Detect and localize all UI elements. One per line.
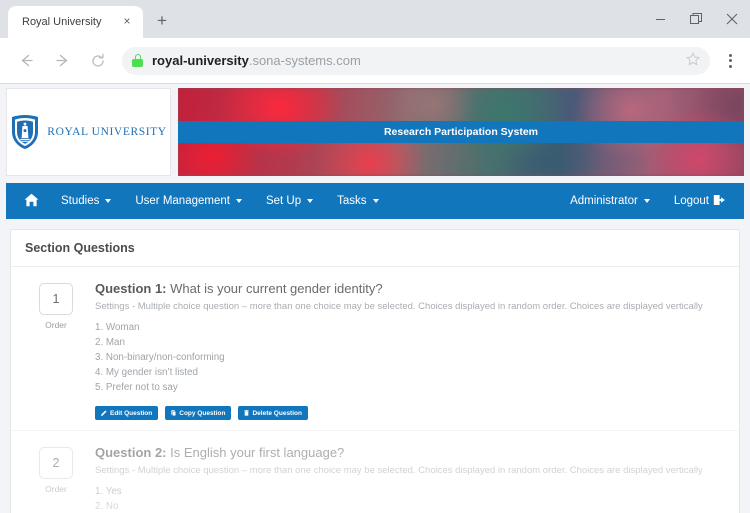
pencil-icon <box>101 410 107 417</box>
card-title: Section Questions <box>11 230 739 267</box>
minimize-icon[interactable] <box>642 4 678 34</box>
banner-title-strip: Research Participation System <box>178 121 744 143</box>
nav-studies[interactable]: Studies <box>49 183 123 219</box>
url-domain: royal-university <box>152 53 249 68</box>
page-content: ROYAL UNIVERSITY Research Participation … <box>0 84 750 513</box>
nav-studies-label: Studies <box>61 195 100 207</box>
chevron-down-icon <box>235 199 242 203</box>
question-body: Question 2: Is English your first langua… <box>87 445 725 513</box>
browser-toolbar: royal-university.sona-systems.com <box>0 38 750 84</box>
window-controls <box>642 0 750 38</box>
browser-menu-icon[interactable] <box>718 53 742 68</box>
question-settings-text: Settings - Multiple choice question – mo… <box>95 465 703 477</box>
question-title: Question 2: Is English your first langua… <box>95 445 725 460</box>
order-label: Order <box>45 484 67 495</box>
bookmark-star-icon[interactable] <box>685 52 701 69</box>
home-icon <box>24 193 39 210</box>
chevron-down-icon <box>372 199 379 203</box>
nav-user-management[interactable]: User Management <box>123 183 254 219</box>
question-actions: Edit Question Copy Question Delete Quest… <box>95 406 725 421</box>
forward-icon[interactable] <box>47 46 77 76</box>
back-icon[interactable] <box>11 46 41 76</box>
list-item: 4. My gender isn’t listed <box>95 366 198 378</box>
banner-image: Research Participation System <box>178 88 744 176</box>
nav-tasks-label: Tasks <box>337 195 367 207</box>
nav-home[interactable] <box>12 183 49 219</box>
browser-window: Royal University × + royal-university.so… <box>0 0 750 513</box>
edit-question-label: Edit Question <box>110 409 153 417</box>
order-column: 2 Order <box>25 445 87 513</box>
list-item: 2. No <box>95 501 119 513</box>
main-navbar: Studies User Management Set Up Tasks Adm… <box>6 183 744 219</box>
url-text: royal-university.sona-systems.com <box>152 53 361 68</box>
site-header: ROYAL UNIVERSITY Research Participation … <box>0 84 750 176</box>
question-row: 2 Order Question 2: Is English your firs… <box>11 430 739 513</box>
logout-icon <box>713 194 726 209</box>
url-suffix: .sona-systems.com <box>248 53 361 68</box>
order-input[interactable]: 1 <box>39 283 73 315</box>
reload-icon[interactable] <box>83 46 113 76</box>
nav-logout-label: Logout <box>673 195 709 207</box>
nav-administrator[interactable]: Administrator <box>558 183 662 219</box>
question-title: Question 1: What is your current gender … <box>95 281 725 296</box>
lock-icon <box>132 54 143 67</box>
edit-question-button[interactable]: Edit Question <box>95 406 159 421</box>
banner-title: Research Participation System <box>383 126 539 138</box>
list-item: 1. Woman <box>95 322 140 333</box>
question-number-label: Question 1: <box>95 281 167 296</box>
question-text: What is your current gender identity? <box>166 281 383 296</box>
trash-icon <box>244 410 250 417</box>
chevron-down-icon <box>643 199 650 203</box>
nav-set-up[interactable]: Set Up <box>254 183 325 219</box>
question-choices-list: 1. Yes 2. No <box>95 485 725 513</box>
logo-text: ROYAL UNIVERSITY <box>47 126 167 138</box>
question-text: Is English your first language? <box>166 445 345 461</box>
copy-icon <box>171 410 177 417</box>
nav-set-up-label: Set Up <box>265 195 302 207</box>
section-questions-card: Section Questions 1 Order Question 1: Wh… <box>10 229 740 513</box>
restore-window-icon[interactable] <box>678 4 714 34</box>
new-tab-button[interactable]: + <box>149 9 175 35</box>
nav-tasks[interactable]: Tasks <box>325 183 390 219</box>
chevron-down-icon <box>307 199 314 203</box>
copy-question-button[interactable]: Copy Question <box>165 406 232 421</box>
question-settings-text: Settings - Multiple choice question – mo… <box>95 301 703 312</box>
close-window-icon[interactable] <box>714 4 750 34</box>
tab-title: Royal University <box>22 16 102 28</box>
question-number-label: Question 2: <box>95 445 167 461</box>
nav-user-management-label: User Management <box>135 195 230 207</box>
copy-question-label: Copy Question <box>179 409 226 417</box>
browser-tab[interactable]: Royal University × <box>8 6 143 38</box>
chevron-down-icon <box>105 199 112 203</box>
question-choices-list: 1. Woman 2. Man 3. Non-binary/non-confor… <box>95 321 725 395</box>
delete-question-label: Delete Question <box>252 409 302 417</box>
delete-question-button[interactable]: Delete Question <box>238 406 308 421</box>
logo-container: ROYAL UNIVERSITY <box>6 88 171 176</box>
tab-close-icon[interactable]: × <box>119 14 135 30</box>
order-input[interactable]: 2 <box>39 447 73 480</box>
royal-university-shield-icon <box>10 114 40 150</box>
list-item: 3. Non-binary/non-conforming <box>95 351 225 363</box>
question-row: 1 Order Question 1: What is your current… <box>11 267 739 430</box>
tab-strip: Royal University × + <box>0 0 750 38</box>
address-bar[interactable]: royal-university.sona-systems.com <box>122 46 710 75</box>
order-label: Order <box>45 320 67 330</box>
list-item: 5. Prefer not to say <box>95 381 178 393</box>
question-body: Question 1: What is your current gender … <box>87 281 725 421</box>
nav-logout[interactable]: Logout <box>662 183 738 219</box>
order-column: 1 Order <box>25 281 87 420</box>
list-item: 2. Man <box>95 336 125 348</box>
nav-administrator-label: Administrator <box>570 195 638 207</box>
list-item: 1. Yes <box>95 486 122 498</box>
